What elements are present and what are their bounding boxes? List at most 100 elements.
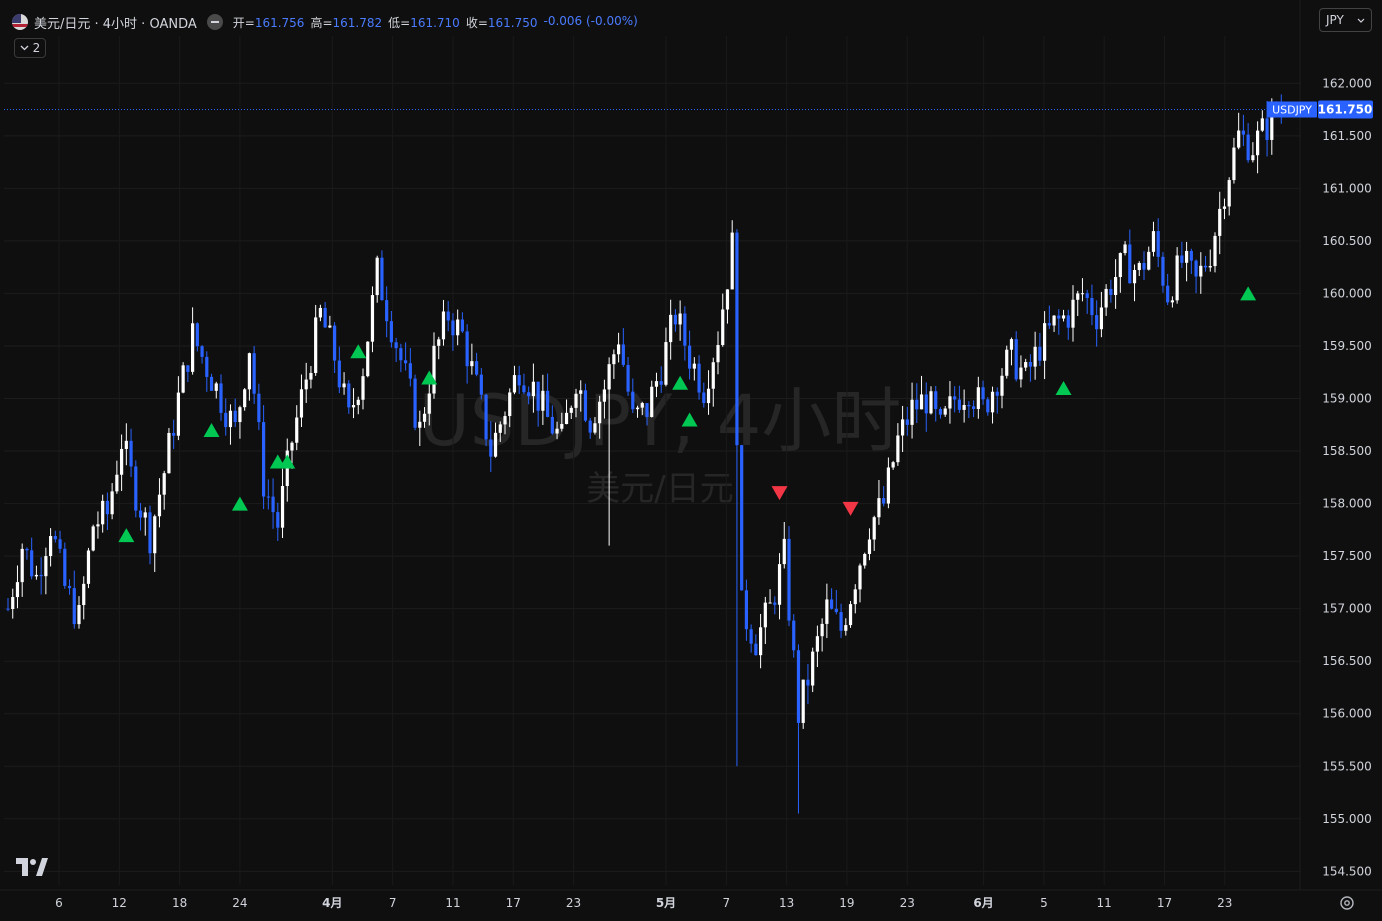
symbol-title[interactable]: 美元/日元 · 4小时 · OANDA — [34, 13, 197, 32]
candlestick-chart[interactable]: USDJPY, 4小时美元/日元162.000161.500161.000160… — [0, 0, 1382, 921]
us-flag-icon — [12, 14, 28, 30]
candle-body — [820, 623, 824, 637]
candle-body — [527, 392, 531, 397]
candle-body — [20, 548, 24, 583]
candle-body — [976, 387, 980, 409]
low-label: 低= — [388, 15, 411, 30]
candle-body — [654, 381, 659, 387]
last-price-label: 161.750 — [1318, 103, 1373, 117]
y-tick-label: 161.000 — [1322, 181, 1372, 195]
candle-body — [195, 323, 199, 347]
candle-body — [1043, 323, 1047, 361]
x-tick-label: 6 — [55, 896, 63, 910]
candle-body — [101, 500, 105, 525]
candle-body — [631, 391, 635, 410]
candle-body — [773, 602, 777, 605]
x-tick-label: 23 — [900, 896, 915, 910]
candle-body — [777, 564, 782, 605]
candle-body — [972, 406, 976, 409]
candle-body — [929, 391, 933, 414]
candle-body — [635, 407, 640, 410]
x-tick-label: 5 — [1040, 896, 1048, 910]
candle-body — [953, 396, 957, 400]
candle-body — [1057, 315, 1061, 319]
candle-body — [536, 381, 540, 411]
hide-legend-button[interactable] — [206, 14, 223, 30]
x-tick-label: 11 — [1097, 896, 1112, 910]
candle-body — [233, 410, 237, 423]
x-tick-label: 24 — [232, 896, 247, 910]
candle-body — [626, 364, 630, 392]
candle-body — [915, 399, 919, 410]
candle-body — [309, 372, 313, 380]
candle-body — [44, 556, 48, 577]
candle-body — [905, 419, 909, 425]
candle-body — [49, 536, 53, 557]
x-tick-label: 11 — [445, 896, 460, 910]
candle-body — [484, 394, 488, 440]
y-tick-label: 154.500 — [1322, 864, 1372, 878]
candle-body — [901, 419, 905, 436]
candle-body — [370, 295, 375, 342]
candle-body — [205, 356, 209, 377]
candle-body — [560, 424, 564, 429]
candle-body — [257, 393, 261, 423]
candle-body — [796, 650, 801, 723]
candle-body — [427, 393, 431, 414]
candle-body — [858, 565, 862, 590]
candle-body — [299, 389, 304, 418]
candle-body — [280, 486, 285, 528]
x-tick-label: 7 — [722, 896, 730, 910]
candle-body — [541, 390, 545, 411]
candle-body — [1256, 130, 1260, 156]
candle-body — [347, 383, 351, 408]
x-tick-label: 6月 — [973, 896, 993, 910]
candle-body — [214, 383, 218, 391]
indicators-toggle-button[interactable]: 2 — [14, 38, 46, 58]
candle-body — [1208, 266, 1212, 268]
candle-body — [512, 375, 517, 393]
candle-body — [15, 582, 20, 598]
candle-body — [1014, 339, 1018, 380]
candle-body — [1166, 285, 1170, 303]
ohlc-values: 开=161.756 高=161.782 低=161.710 收=161.750 … — [233, 14, 638, 31]
candle-body — [465, 331, 469, 367]
candle-body — [1028, 362, 1032, 367]
tradingview-logo-icon[interactable] — [16, 858, 48, 876]
x-tick-label: 7 — [389, 896, 397, 910]
candle-body — [1076, 293, 1080, 300]
candle-body — [1237, 130, 1241, 148]
candle-body — [1019, 367, 1023, 380]
candle-body — [754, 643, 758, 656]
candle-body — [872, 517, 876, 540]
minus-icon — [210, 21, 219, 23]
candle-body — [34, 574, 38, 577]
candle-body — [318, 307, 322, 318]
candle-body — [517, 375, 521, 386]
candle-body — [115, 474, 119, 492]
candle-body — [77, 605, 81, 625]
gear-icon[interactable] — [1338, 894, 1356, 912]
candle-body — [172, 432, 176, 436]
candle-body — [58, 539, 62, 549]
candle-body — [919, 394, 924, 410]
candle-body — [650, 386, 654, 417]
candle-body — [479, 374, 483, 395]
candle-body — [673, 314, 677, 325]
x-tick-label: 12 — [112, 896, 127, 910]
candle-body — [550, 416, 554, 434]
candle-body — [399, 348, 403, 361]
close-value: 161.750 — [487, 15, 538, 30]
candle-body — [735, 232, 739, 446]
currency-select[interactable]: JPY — [1319, 8, 1372, 32]
candle-body — [86, 550, 91, 584]
candle-body — [801, 679, 805, 723]
candle-body — [105, 500, 109, 515]
candle-body — [1222, 206, 1227, 209]
candle-body — [593, 423, 597, 433]
candle-body — [53, 536, 57, 540]
candle-body — [1104, 288, 1108, 308]
low-value: 161.710 — [410, 15, 460, 30]
candle-body — [1066, 315, 1070, 328]
candle-body — [1085, 293, 1089, 298]
